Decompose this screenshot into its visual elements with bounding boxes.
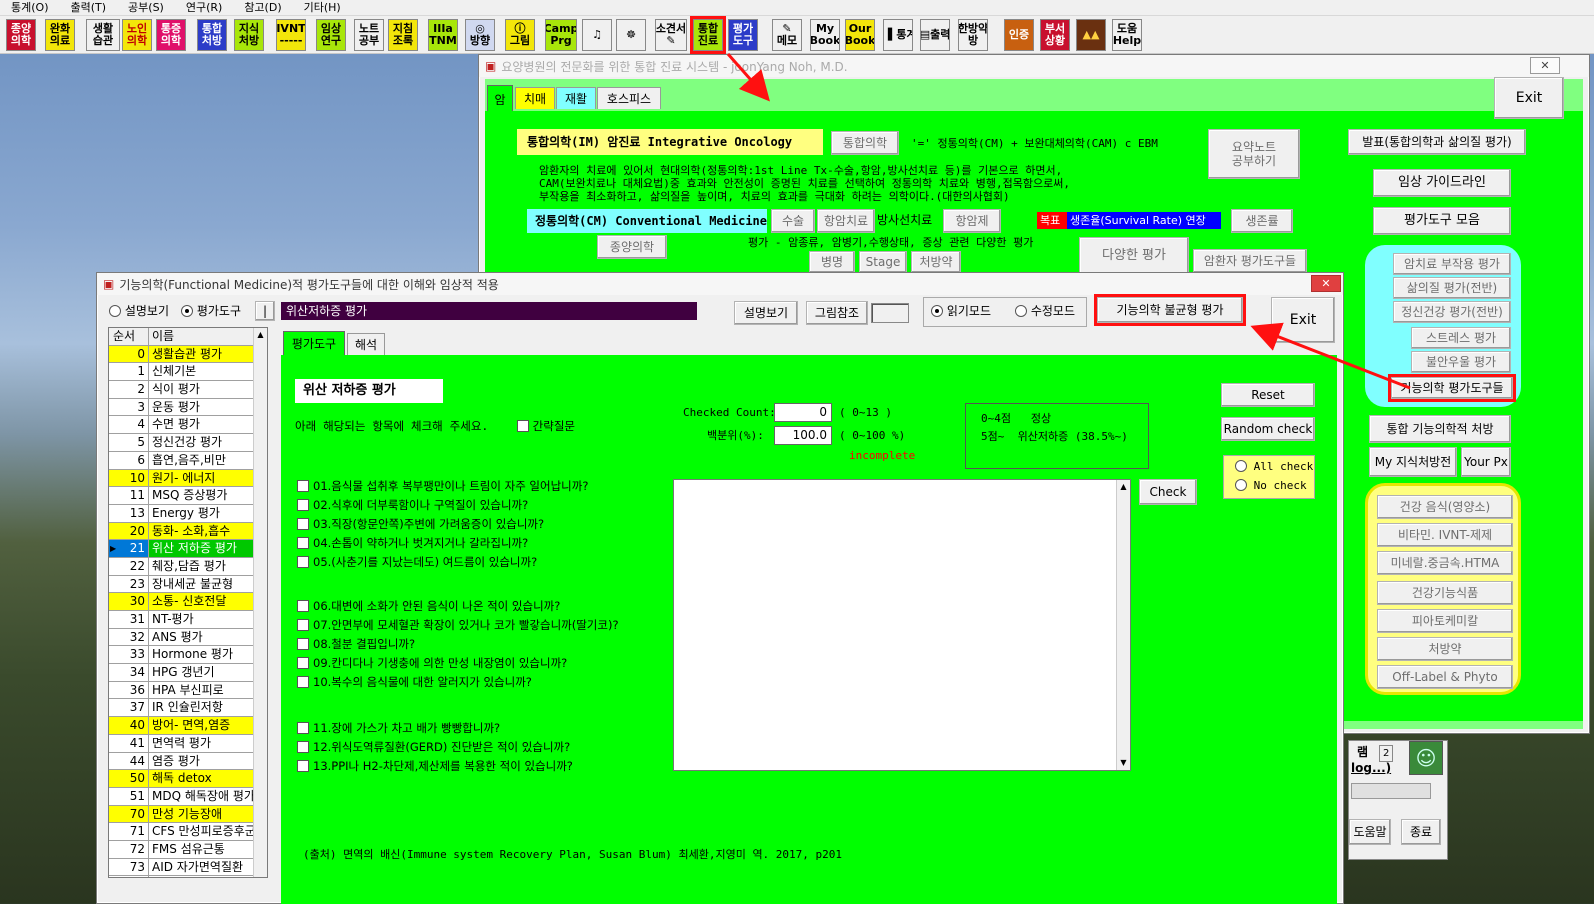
annotation-arrows bbox=[726, 53, 1411, 390]
arrow-to-integrated-care bbox=[726, 53, 770, 102]
arrow-to-imbalance-eval bbox=[1250, 322, 1411, 390]
